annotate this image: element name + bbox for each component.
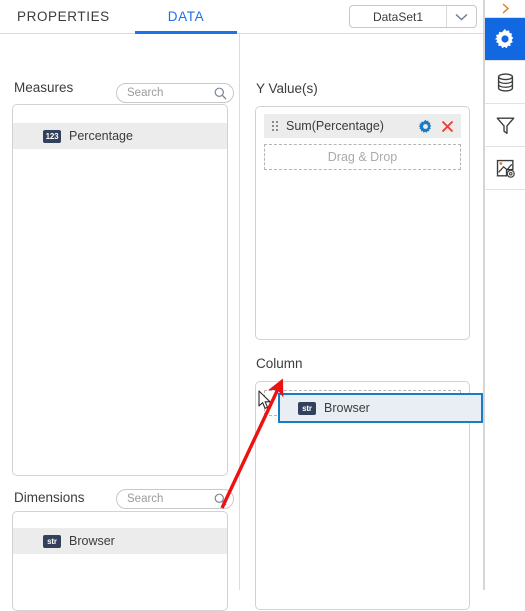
column-dropzone[interactable] xyxy=(264,390,461,416)
properties-rail-button[interactable] xyxy=(485,18,525,61)
search-icon xyxy=(214,493,227,505)
panel-body: Measures 123 Percentage Dimensions xyxy=(0,34,483,611)
search-icon xyxy=(214,87,227,99)
panel-header: PROPERTIES DATA DataSet1 xyxy=(0,0,483,34)
measures-search[interactable] xyxy=(116,83,234,103)
filter-icon xyxy=(496,116,514,134)
dimension-field-label: Browser xyxy=(69,534,115,548)
measure-field-percentage[interactable]: 123 Percentage xyxy=(13,123,227,149)
column-shelf[interactable] xyxy=(255,381,470,610)
dataset-select[interactable]: DataSet1 xyxy=(349,5,477,28)
main-area: PROPERTIES DATA DataSet1 Measures Search… xyxy=(0,0,484,611)
close-icon[interactable] xyxy=(441,120,454,133)
dimension-field-browser[interactable]: str Browser xyxy=(13,528,227,554)
collapse-panel-button[interactable] xyxy=(485,0,525,18)
filter-rail-button[interactable] xyxy=(485,104,525,147)
dimensions-panel: str Browser xyxy=(12,511,228,611)
gear-icon xyxy=(494,28,514,49)
y-values-dropzone-label: Drag & Drop xyxy=(327,150,398,164)
measures-title: Measures xyxy=(14,80,74,95)
chevron-right-icon xyxy=(501,3,509,14)
dimensions-search-input[interactable] xyxy=(127,493,214,505)
y-values-shelf[interactable]: Sum(Percentage) Drag & Drop xyxy=(255,106,470,340)
data-binding-panel: PROPERTIES DATA DataSet1 Measures Search… xyxy=(0,0,525,611)
tab-data[interactable]: DATA xyxy=(134,0,238,34)
string-type-icon: str xyxy=(43,534,61,548)
drag-handle-icon[interactable] xyxy=(271,120,279,132)
gear-icon[interactable] xyxy=(418,119,433,134)
y-values-title: Y Value(s) xyxy=(256,81,318,96)
measure-field-label: Percentage xyxy=(69,129,133,143)
dataset-select-value: DataSet1 xyxy=(372,9,424,24)
y-value-chip-sum-percentage[interactable]: Sum(Percentage) xyxy=(264,114,461,138)
chevron-down-glyph xyxy=(455,13,468,20)
chart-settings-rail-button[interactable] xyxy=(485,147,525,190)
database-icon xyxy=(497,72,513,92)
number-type-icon: 123 xyxy=(43,129,61,143)
y-values-dropzone[interactable]: Drag & Drop xyxy=(264,144,461,170)
measures-search-input[interactable] xyxy=(127,87,214,99)
chart-settings-icon xyxy=(496,159,515,178)
dimensions-search[interactable] xyxy=(116,489,234,509)
right-toolbar xyxy=(484,0,525,590)
rail-spacer xyxy=(485,190,525,590)
tab-properties[interactable]: PROPERTIES xyxy=(17,0,110,33)
shelves-column: Y Value(s) Sum(Percentage) Drag & Drop C… xyxy=(240,34,483,610)
measures-panel: 123 Percentage xyxy=(12,104,228,476)
chevron-down-icon[interactable] xyxy=(446,6,476,27)
data-rail-button[interactable] xyxy=(485,61,525,104)
column-title: Column xyxy=(256,356,303,371)
dimensions-title: Dimensions xyxy=(14,490,85,505)
y-value-chip-label: Sum(Percentage) xyxy=(286,119,384,133)
fields-column: Measures 123 Percentage Dimensions xyxy=(0,34,240,611)
